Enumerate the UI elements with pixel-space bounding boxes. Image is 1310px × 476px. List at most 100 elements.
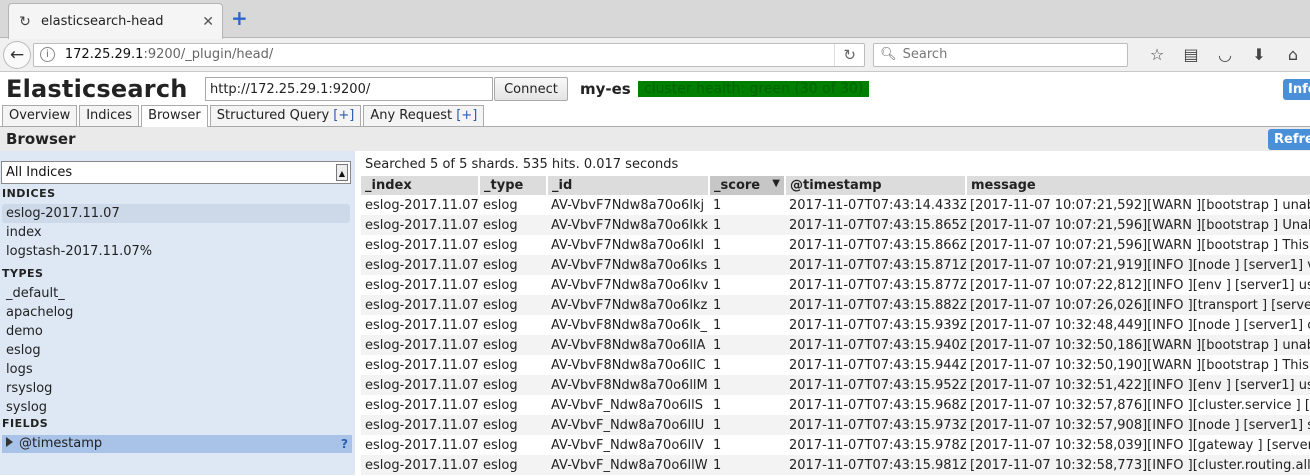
browser-tab[interactable]: ↻ elasticsearch-head ✕ xyxy=(8,3,223,39)
column-header-timestamp[interactable]: @timestamp xyxy=(785,176,967,195)
cell-timestamp: 2017-11-07T07:43:15.973Z xyxy=(785,415,966,435)
close-tab-icon[interactable]: ✕ xyxy=(202,14,214,30)
cell-index: eslog-2017.11.07 xyxy=(365,317,479,333)
cell-message: [2017-11-07 10:32:51,422][INFO ][env ] [… xyxy=(966,375,1310,395)
tab-label: Indices xyxy=(86,108,133,123)
sidebar-index-item[interactable]: logstash-2017.11.07% xyxy=(6,242,152,261)
sidebar-type-item[interactable]: eslog xyxy=(6,341,41,360)
url-path: :9200/_plugin/head/ xyxy=(143,47,274,62)
column-header-message[interactable]: message xyxy=(966,176,1310,195)
dropdown-arrow-icon: ▲ xyxy=(336,164,348,181)
cell-message: [2017-11-07 10:07:26,026][INFO ][transpo… xyxy=(966,295,1310,315)
cell-type: eslog xyxy=(479,215,547,235)
sort-desc-icon: ▼ xyxy=(772,178,780,189)
field-help-icon[interactable]: ? xyxy=(341,435,348,453)
bookmark-star-icon[interactable]: ☆ xyxy=(1140,45,1174,64)
tab-label: Overview xyxy=(9,108,71,123)
site-info-icon[interactable]: i xyxy=(39,47,55,62)
table-row[interactable]: eslog-2017.11.07 eslog AV-VbvF8Ndw8a70o6ll… xyxy=(361,355,1310,375)
info-button[interactable]: Info xyxy=(1283,79,1310,100)
cell-message: [2017-11-07 10:32:58,773][INFO ][cluster… xyxy=(966,455,1310,475)
sidebar-type-item[interactable]: logs xyxy=(6,360,33,379)
cell-index: eslog-2017.11.07 xyxy=(365,277,479,293)
table-row[interactable]: eslog-2017.11.07 eslog AV-VbvF_Ndw8a70o6ll… xyxy=(361,395,1310,415)
download-icon[interactable]: ⬇ xyxy=(1242,45,1276,64)
connection-url-input[interactable] xyxy=(205,77,493,101)
column-header-id[interactable]: _id xyxy=(547,176,710,195)
table-row[interactable]: eslog-2017.11.07 eslog AV-VbvF7Ndw8a70o6lk… xyxy=(361,255,1310,275)
sidebar-type-item[interactable]: syslog xyxy=(6,398,47,417)
cell-index: eslog-2017.11.07 xyxy=(361,215,479,235)
table-row[interactable]: eslog-2017.11.07 eslog AV-VbvF8Ndw8a70o6ll… xyxy=(361,375,1310,395)
cell-score: 1 xyxy=(709,415,785,435)
home-icon[interactable]: ⌂ xyxy=(1276,45,1310,64)
table-row[interactable]: eslog-2017.11.07 eslog AV-VbvF8Ndw8a70o6ll… xyxy=(361,335,1310,355)
sidebar-index-item[interactable]: index xyxy=(6,223,42,242)
cell-message: [2017-11-07 10:32:50,186][WARN ][bootstr… xyxy=(966,335,1310,355)
cell-score: 1 xyxy=(713,317,722,333)
cell-type: eslog xyxy=(483,237,518,253)
table-row[interactable]: eslog-2017.11.07 eslog AV-VbvF8Ndw8a70o6lk… xyxy=(361,315,1310,335)
table-row[interactable]: eslog-2017.11.07 eslog AV-VbvF_Ndw8a70o6ll… xyxy=(361,455,1310,475)
table-row[interactable]: eslog-2017.11.07 eslog AV-VbvF7Ndw8a70o6lk… xyxy=(361,235,1310,255)
new-tab-icon[interactable]: + xyxy=(231,8,248,28)
index-select-value: All Indices xyxy=(6,165,73,180)
cell-index: eslog-2017.11.07 xyxy=(361,375,479,395)
table-row[interactable]: eslog-2017.11.07 eslog AV-VbvF_Ndw8a70o6ll… xyxy=(361,415,1310,435)
cell-message: [2017-11-07 10:07:22,812][INFO ][env ] [… xyxy=(970,277,1310,293)
cell-score: 1 xyxy=(713,357,722,373)
cell-id: AV-VbvF_Ndw8a70o6llS xyxy=(551,397,704,413)
column-header-index[interactable]: _index xyxy=(361,176,480,195)
navigation-bar: ← i 172.25.29.1:9200/_plugin/head/ ↻ 🔍︎ … xyxy=(0,38,1310,72)
browser-search-box[interactable]: 🔍︎ Search xyxy=(873,42,1128,67)
cell-message: [2017-11-07 10:32:50,190][WARN ][bootstr… xyxy=(970,357,1310,373)
sidebar-type-item[interactable]: demo xyxy=(6,322,43,341)
tab-label: Structured Query xyxy=(216,108,330,123)
table-row[interactable]: eslog-2017.11.07 eslog AV-VbvF7Ndw8a70o6lk… xyxy=(361,295,1310,315)
sidebar-index-item[interactable]: eslog-2017.11.07 xyxy=(2,204,350,223)
column-header-score[interactable]: _score ▼ xyxy=(709,176,786,195)
connect-button[interactable]: Connect xyxy=(494,77,568,101)
column-label: _score xyxy=(714,178,761,193)
cell-index: eslog-2017.11.07 xyxy=(361,415,479,435)
cell-timestamp: 2017-11-07T07:43:15.866Z xyxy=(789,237,966,253)
app-title: Elasticsearch xyxy=(6,74,188,103)
cell-id: AV-VbvF_Ndw8a70o6llU xyxy=(547,415,709,435)
address-bar[interactable]: i 172.25.29.1:9200/_plugin/head/ ↻ xyxy=(32,42,866,67)
column-header-type[interactable]: _type xyxy=(479,176,548,195)
tab-structured-query[interactable]: Structured Query [+] xyxy=(209,105,362,126)
tab-indices[interactable]: Indices xyxy=(79,105,140,126)
cell-score: 1 xyxy=(709,215,785,235)
cell-id: AV-VbvF7Ndw8a70o6lkv xyxy=(551,277,709,293)
reload-icon[interactable]: ↻ xyxy=(834,43,864,66)
cell-score: 1 xyxy=(709,335,785,355)
reading-list-icon[interactable]: ▤ xyxy=(1174,45,1208,64)
index-select[interactable]: All Indices ▲ xyxy=(1,161,351,184)
table-row[interactable]: eslog-2017.11.07 eslog AV-VbvF_Ndw8a70o6ll… xyxy=(361,435,1310,455)
cell-timestamp: 2017-11-07T07:43:15.882Z xyxy=(785,295,966,315)
pocket-icon[interactable]: ◡ xyxy=(1208,45,1242,64)
cell-timestamp: 2017-11-07T07:43:15.871Z xyxy=(785,255,966,275)
table-row[interactable]: eslog-2017.11.07 eslog AV-VbvF7Ndw8a70o6lk… xyxy=(361,275,1310,295)
cell-id: AV-VbvF8Ndw8a70o6llM xyxy=(547,375,709,395)
tab-overview[interactable]: Overview xyxy=(2,105,78,126)
cell-index: eslog-2017.11.07 xyxy=(361,455,479,475)
cell-index: eslog-2017.11.07 xyxy=(365,237,479,253)
tab-browser[interactable]: Browser xyxy=(141,105,208,127)
back-button[interactable]: ← xyxy=(3,40,31,69)
search-icon: 🔍︎ xyxy=(880,47,897,62)
search-summary: Searched 5 of 5 shards. 535 hits. 0.017 … xyxy=(365,157,679,172)
types-header: TYPES xyxy=(2,267,44,280)
cell-timestamp: 2017-11-07T07:43:15.968Z xyxy=(789,397,966,413)
sidebar-type-item[interactable]: apachelog xyxy=(6,303,73,322)
sidebar-type-item[interactable]: rsyslog xyxy=(6,379,52,398)
cell-timestamp: 2017-11-07T07:43:15.939Z xyxy=(789,317,966,333)
refresh-button[interactable]: Refresh xyxy=(1268,129,1310,150)
table-row[interactable]: eslog-2017.11.07 eslog AV-VbvF7Ndw8a70o6lk… xyxy=(361,215,1310,235)
sidebar-type-item[interactable]: _default_ xyxy=(6,284,65,303)
table-row[interactable]: eslog-2017.11.07 eslog AV-VbvF7Ndw8a70o6lk… xyxy=(361,195,1310,215)
cell-timestamp: 2017-11-07T07:43:15.952Z xyxy=(785,375,966,395)
cell-message: [2017-11-07 10:07:21,592][WARN ][bootstr… xyxy=(970,197,1310,213)
tab-any-request[interactable]: Any Request [+] xyxy=(363,105,485,126)
field-item-timestamp[interactable]: @timestamp ? xyxy=(2,435,352,453)
